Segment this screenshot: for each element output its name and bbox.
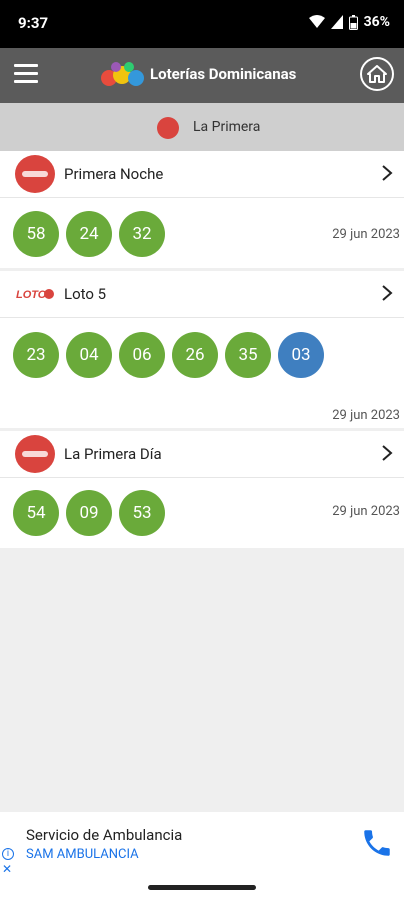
- result-ball: 23: [13, 332, 59, 378]
- menu-button[interactable]: [14, 64, 38, 86]
- chevron-right-icon: [382, 445, 393, 461]
- result-ball: 53: [119, 490, 165, 536]
- lottery-card: La Primera Día 54 09 53 29 jun 2023: [0, 431, 404, 548]
- status-time: 9:37: [18, 14, 49, 32]
- result-ball: 06: [119, 332, 165, 378]
- lottery-row-header[interactable]: La Primera Día: [0, 431, 404, 478]
- menu-icon-line: [14, 64, 38, 67]
- result-ball: 24: [66, 211, 112, 257]
- phone-icon[interactable]: [360, 826, 394, 860]
- company-header: La Primera: [0, 103, 404, 151]
- draw-date: 29 jun 2023: [332, 504, 400, 519]
- lottery-row-header[interactable]: Primera Noche: [0, 151, 404, 198]
- primera-logo: [15, 155, 55, 193]
- home-gesture-handle[interactable]: [148, 885, 256, 890]
- loto-logo-icon: LOTO: [16, 289, 54, 301]
- lottery-row-header[interactable]: LOTO Loto 5: [0, 271, 404, 318]
- lottery-card: Primera Noche 58 24 32 29 jun 2023: [0, 151, 404, 268]
- chevron-right-icon: [382, 285, 393, 301]
- battery-icon: [348, 14, 358, 30]
- signal-icon: [330, 15, 343, 29]
- system-nav-bar: [0, 874, 404, 900]
- company-title: La Primera: [193, 119, 261, 135]
- app-title: Loterías Dominicanas: [150, 65, 297, 83]
- lottery-balls-logo-icon: [101, 62, 144, 86]
- lottery-card: LOTO Loto 5 23 04 06 26 35 03 29 jun 202…: [0, 271, 404, 428]
- result-ball: 04: [66, 332, 112, 378]
- menu-icon-line: [14, 80, 38, 83]
- draw-date: 29 jun 2023: [332, 408, 400, 423]
- result-ball: 35: [225, 332, 271, 378]
- status-bar: 9:37 36%: [0, 0, 404, 48]
- ad-title[interactable]: Servicio de Ambulancia: [26, 826, 182, 844]
- la-primera-logo: [157, 117, 179, 139]
- lottery-name: La Primera Día: [64, 445, 162, 463]
- result-ball: 58: [13, 211, 59, 257]
- status-icons: 36%: [308, 14, 390, 30]
- menu-icon-line: [14, 72, 38, 75]
- ad-info-icon[interactable]: i: [2, 848, 14, 860]
- primera-logo: [15, 435, 55, 473]
- wifi-icon: [308, 15, 325, 28]
- svg-text:LOTO: LOTO: [16, 289, 47, 301]
- bonus-ball: 03: [278, 332, 324, 378]
- ad-banner[interactable]: Servicio de Ambulancia SAM AMBULANCIA i …: [0, 812, 404, 876]
- battery-percent: 36%: [363, 14, 390, 30]
- chevron-right-icon: [382, 165, 393, 181]
- result-ball: 09: [66, 490, 112, 536]
- lottery-name: Loto 5: [64, 285, 107, 303]
- app-bar: Loterías Dominicanas: [0, 48, 404, 103]
- result-ball: 26: [172, 332, 218, 378]
- result-ball: 54: [13, 490, 59, 536]
- home-icon: [367, 65, 387, 83]
- lottery-name: Primera Noche: [64, 165, 164, 183]
- result-ball: 32: [119, 211, 165, 257]
- ad-advertiser[interactable]: SAM AMBULANCIA: [26, 847, 139, 862]
- draw-date: 29 jun 2023: [332, 227, 400, 242]
- home-button[interactable]: [360, 57, 394, 91]
